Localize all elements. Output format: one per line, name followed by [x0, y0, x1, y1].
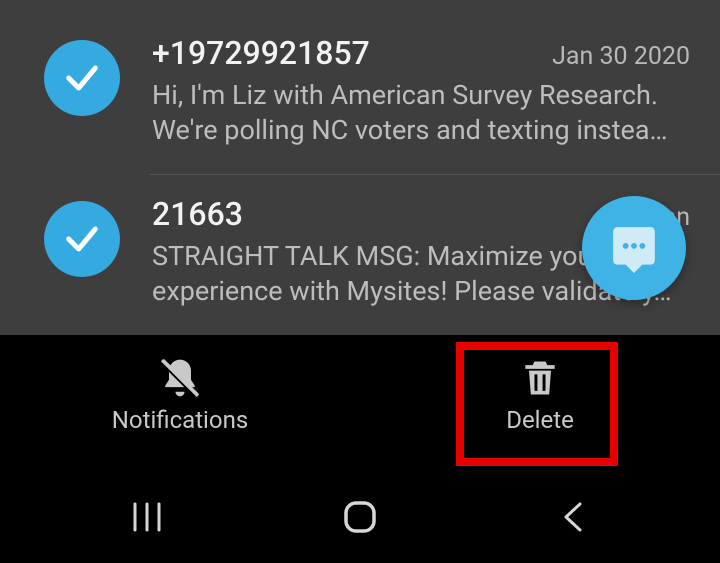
home-button[interactable]: [320, 493, 400, 541]
recents-button[interactable]: [107, 493, 187, 541]
notifications-button[interactable]: Notifications: [0, 341, 360, 449]
sender-name: 21663: [152, 195, 243, 233]
delete-label: Delete: [506, 406, 574, 434]
trash-icon: [518, 356, 562, 400]
message-preview: Hi, I'm Liz with American Survey Researc…: [152, 78, 696, 148]
sender-name: +19729921857: [152, 34, 370, 72]
bell-off-icon: [158, 356, 202, 400]
notifications-label: Notifications: [112, 406, 248, 434]
conversation-row[interactable]: +19729921857 Jan 30 2020 Hi, I'm Liz wit…: [0, 14, 720, 174]
compose-message-fab[interactable]: [582, 196, 686, 300]
system-nav-bar: [0, 479, 720, 563]
delete-button[interactable]: Delete: [360, 341, 720, 449]
selected-check-icon[interactable]: [44, 40, 120, 116]
back-button[interactable]: [533, 493, 613, 541]
action-bar: Notifications Delete: [0, 335, 720, 449]
selected-check-icon[interactable]: [44, 201, 120, 277]
conversation-date: Jan 30 2020: [552, 42, 696, 71]
conversation-body: +19729921857 Jan 30 2020 Hi, I'm Liz wit…: [152, 34, 696, 148]
